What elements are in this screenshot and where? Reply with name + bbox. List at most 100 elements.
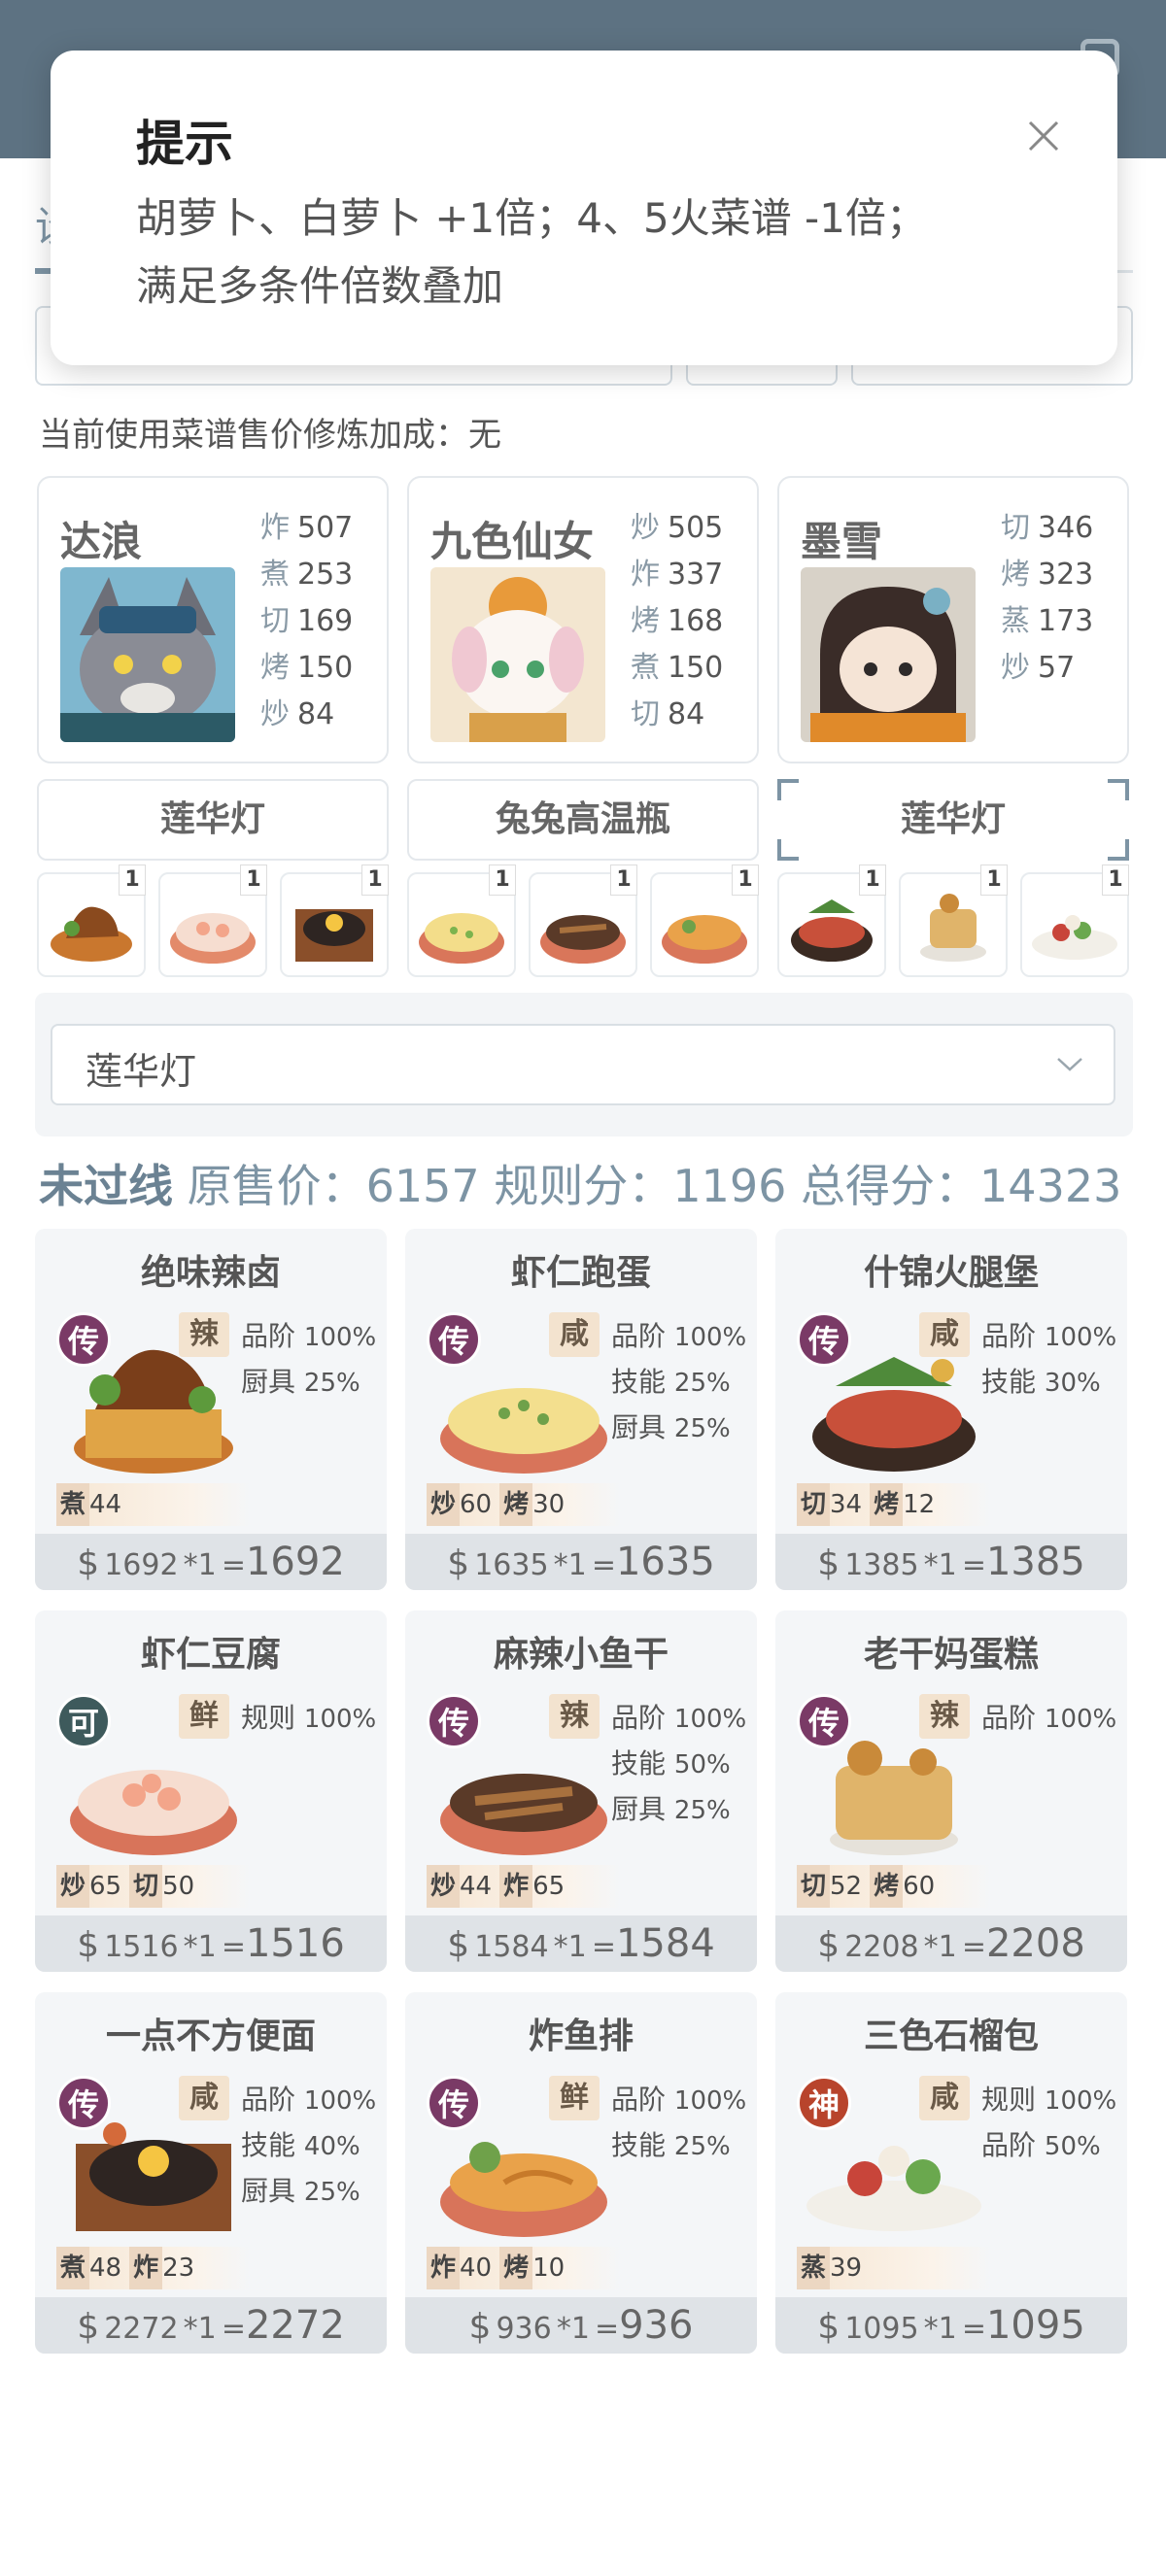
unit-price: 936 (496, 2312, 552, 2346)
buff-line: 技能 25% (611, 2129, 731, 2161)
selection-corner (1108, 779, 1129, 800)
recipe-thumb[interactable]: 1 (1020, 864, 1129, 977)
close-icon[interactable] (1020, 113, 1067, 159)
price-bar: $ 1692 *1 =1692 (35, 1534, 387, 1590)
pass-status: 未过线 (39, 1160, 173, 1212)
buff-list: 品阶 100% 技能 50% 厨具 25% (611, 1696, 746, 1833)
dish-name: 虾仁跑蛋 (510, 1253, 651, 1293)
equals-sign: = (221, 2312, 246, 2346)
unit-price: 2272 (104, 2312, 179, 2346)
unit-price: 1692 (104, 1548, 179, 1582)
chef-name: 墨雪 (801, 518, 883, 565)
buff-list: 品阶 100% (981, 1696, 1116, 1742)
multiplier: *1 (923, 1548, 957, 1582)
recipe-count: 1 (489, 864, 516, 896)
recipe-thumb[interactable]: 1 (777, 864, 886, 977)
recipe-thumb[interactable]: 1 (280, 864, 389, 977)
buff-list: 规则 100% (241, 1696, 376, 1742)
chef-portrait (801, 567, 976, 742)
skill-requirements: 煮 48 炸 23 (56, 2247, 251, 2289)
equipment-slot-2[interactable]: 兔兔高温瓶 (407, 779, 759, 861)
dish-card[interactable]: 一点不方便面传 咸品阶 100% 技能 40% 厨具 25% 煮 48 炸 23 $ 2272 … (35, 1992, 387, 2354)
dish-total: 1516 (245, 1921, 345, 1966)
currency-symbol: $ (77, 2307, 100, 2347)
modal-line: 胡萝卜、白萝卜 +1倍；4、5火菜谱 -1倍； (136, 194, 927, 242)
dish-card[interactable]: 虾仁豆腐可鲜规则 100% 炒 65 切 50 $ 1516 *1 =1516 (35, 1610, 387, 1972)
dish-card[interactable]: 虾仁跑蛋传 咸品阶 100% 技能 25% 厨具 25% 炒 60 烤 30 $ 1635 *1… (405, 1229, 757, 1590)
buff-line: 厨具 25% (611, 1411, 731, 1443)
price-bar: $ 1095 *1 =1095 (775, 2297, 1127, 2354)
flavor-tag: 鲜 (179, 1694, 229, 1739)
unit-price: 2208 (844, 1930, 919, 1964)
dish-total: 936 (619, 2303, 694, 2348)
chef-stat: 切 346 (1001, 511, 1094, 545)
dish-card[interactable]: 三色石榴包神咸规则 100% 品阶 50% 蒸 39 $ 1095 *1 =1095 (775, 1992, 1127, 2354)
chef-card[interactable]: 达浪 炸 507 煮 253 切 169 烤 150 炒 84 (37, 476, 389, 763)
recipe-thumb[interactable]: 1 (158, 864, 267, 977)
unit-price: 1635 (474, 1548, 549, 1582)
unit-price: 1516 (104, 1930, 179, 1964)
flavor-tag: 鲜 (549, 2076, 600, 2120)
dish-card[interactable]: 麻辣小鱼干传 辣品阶 100% 技能 50% 厨具 25% 炒 44 炸 65 $ 1584 *… (405, 1610, 757, 1972)
recipe-thumb[interactable]: 1 (407, 864, 516, 977)
chef-stat: 切 84 (631, 697, 705, 731)
currency-symbol: $ (817, 1925, 840, 1965)
skill-requirements: 蒸 39 (797, 2247, 991, 2289)
equals-sign: = (961, 2312, 986, 2346)
recipe-thumb[interactable]: 1 (37, 864, 146, 977)
skill-requirement: 蒸 39 (797, 2247, 862, 2289)
chef-card[interactable]: 墨雪 切 346 烤 323 蒸 173 炒 57 (777, 476, 1129, 763)
multiplier: *1 (923, 1930, 957, 1964)
skill-requirement: 切 52 (797, 1865, 862, 1908)
chef-stat: 煮 253 (260, 558, 354, 592)
equipment-select[interactable]: 莲华灯 (51, 1024, 1115, 1105)
recipe-thumb[interactable]: 1 (529, 864, 637, 977)
equals-sign: = (961, 1930, 986, 1964)
chef-card[interactable]: 九色仙女 炒 505 炸 337 烤 168 煮 150 切 84 (407, 476, 759, 763)
chef-portrait (60, 567, 235, 742)
buff-line: 技能 50% (611, 1747, 731, 1779)
chef-stat: 炸 507 (260, 511, 354, 545)
price-bar: $ 2272 *1 =2272 (35, 2297, 387, 2354)
chef-stat: 炒 84 (260, 697, 335, 731)
score-summary: 未过线 原售价：6157 规则分：1196 总得分：14323 (39, 1151, 1121, 1215)
skill-requirements: 切 52 烤 60 (797, 1865, 991, 1908)
buff-line: 厨具 25% (241, 1366, 360, 1398)
currency-symbol: $ (817, 2307, 840, 2347)
buff-line: 技能 40% (241, 2129, 360, 2161)
skill-requirement: 煮 48 (56, 2247, 121, 2289)
total-score-value: 14323 (979, 1160, 1122, 1212)
rarity-badge: 传 (797, 1694, 851, 1748)
buff-line: 品阶 100% (611, 1702, 747, 1734)
tip-modal: 提示 胡萝卜、白萝卜 +1倍；4、5火菜谱 -1倍； 满足多条件倍数叠加 (51, 51, 1117, 365)
price-bar: $ 1584 *1 =1584 (405, 1915, 757, 1972)
chef-name: 九色仙女 (430, 518, 595, 565)
skill-requirement: 切 34 (797, 1483, 862, 1526)
buff-line: 品阶 50% (981, 2129, 1101, 2161)
dish-name: 什锦火腿堡 (863, 1253, 1039, 1293)
unit-price: 1095 (844, 2312, 919, 2346)
dish-card[interactable]: 绝味辣卤传辣品阶 100% 厨具 25% 煮 44 $ 1692 *1 =1692 (35, 1229, 387, 1590)
price-bar: $ 1516 *1 =1516 (35, 1915, 387, 1972)
dish-card[interactable]: 什锦火腿堡传咸品阶 100% 技能 30% 切 34 烤 12 $ 1385 *1 =138… (775, 1229, 1127, 1590)
dish-card[interactable]: 老干妈蛋糕传辣品阶 100% 切 52 烤 60 $ 2208 *1 =2208 (775, 1610, 1127, 1972)
skill-requirement: 炸 40 (427, 2247, 492, 2289)
dish-name: 炸鱼排 (528, 2017, 634, 2056)
equals-sign: = (221, 1548, 246, 1582)
rarity-badge: 传 (427, 1694, 481, 1748)
currency-symbol: $ (817, 1543, 840, 1583)
buff-list: 品阶 100% 技能 30% (981, 1314, 1116, 1406)
skill-requirement: 炒 65 (56, 1865, 121, 1908)
recipe-thumb[interactable]: 1 (899, 864, 1008, 977)
dish-name: 老干妈蛋糕 (863, 1635, 1039, 1675)
recipe-thumb[interactable]: 1 (650, 864, 759, 977)
buff-list: 品阶 100% 技能 25% 厨具 25% (611, 1314, 746, 1451)
chef-stat: 煮 150 (631, 651, 724, 685)
equipment-slot-3[interactable]: 莲华灯 (777, 779, 1129, 861)
price-bar: $ 1635 *1 =1635 (405, 1534, 757, 1590)
dish-card[interactable]: 炸鱼排传鲜品阶 100% 技能 25% 炸 40 烤 10 $ 936 *1 =936 (405, 1992, 757, 2354)
recipe-count: 1 (859, 864, 886, 896)
rule-score-value: 1196 (672, 1160, 787, 1212)
multiplier: *1 (183, 1548, 217, 1582)
equipment-slot-1[interactable]: 莲华灯 (37, 779, 389, 861)
